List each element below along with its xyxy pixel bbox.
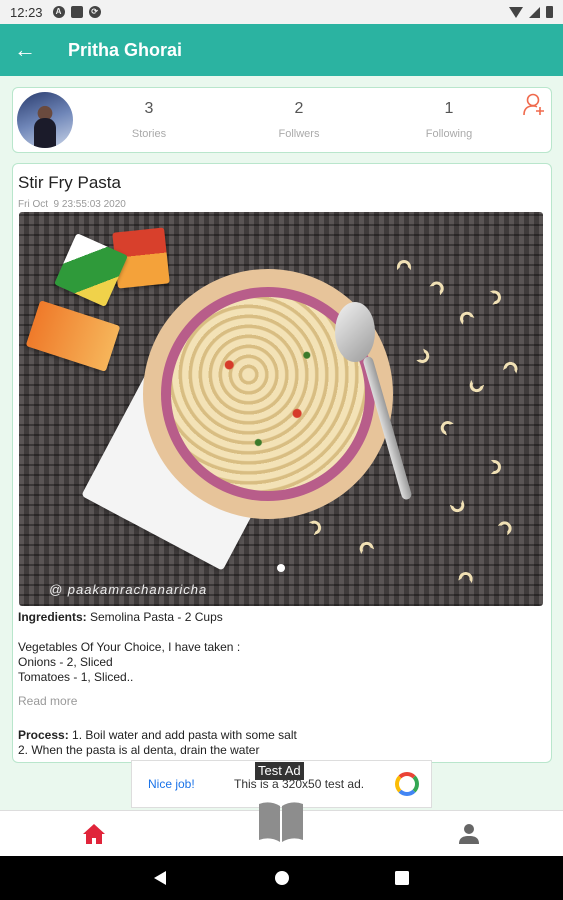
macaroni-image	[438, 418, 454, 436]
process-label: Process:	[18, 728, 69, 742]
nav-profile[interactable]	[439, 811, 499, 857]
macaroni-image	[429, 278, 447, 296]
post-title: Stir Fry Pasta	[18, 173, 121, 192]
ad-logo-icon	[395, 772, 419, 796]
person-add-icon[interactable]	[523, 92, 545, 116]
carousel-dot[interactable]	[277, 564, 285, 572]
stories-count: 3	[144, 100, 154, 117]
status-bar: 12:23 A ⟳	[0, 0, 563, 24]
process-text: 1. Boil water and add pasta with some sa…	[68, 728, 297, 742]
status-time: 12:23	[10, 4, 43, 20]
process-line: Process: 1. Boil water and add pasta wit…	[18, 728, 297, 742]
nav-stories[interactable]	[251, 799, 311, 845]
back-triangle-icon[interactable]	[152, 870, 168, 886]
spoon-image	[335, 302, 375, 362]
ad-cta[interactable]: Nice job!	[148, 777, 220, 791]
book-open-icon	[259, 802, 303, 842]
home-icon	[83, 824, 105, 844]
onions-line: Onions - 2, Sliced	[18, 655, 113, 669]
macaroni-image	[497, 518, 515, 536]
battery-icon	[546, 6, 553, 18]
image-watermark: @ paakamrachanaricha	[49, 582, 208, 597]
macaroni-image	[457, 309, 475, 325]
followers-count: 2	[294, 100, 304, 117]
home-circle-icon[interactable]	[274, 870, 290, 886]
signal-icon	[529, 6, 540, 18]
tomatoes-line: Tomatoes - 1, Sliced..	[18, 670, 134, 684]
macaroni-image	[458, 570, 474, 584]
profile-card: 3 Stories 2 Follwers 1 Following	[12, 87, 552, 153]
arrow-left-icon[interactable]: ←	[14, 37, 38, 63]
followers-stat[interactable]: 2 Follwers	[259, 100, 339, 140]
followers-label: Follwers	[278, 128, 320, 140]
macaroni-image	[397, 260, 411, 270]
macaroni-image	[502, 360, 520, 374]
stories-stat[interactable]: 3 Stories	[109, 100, 189, 140]
bottom-nav	[0, 802, 563, 857]
ingredients-text: Semolina Pasta - 2 Cups	[86, 610, 223, 624]
following-stat[interactable]: 1 Following	[409, 100, 489, 140]
post-image[interactable]: @ paakamrachanaricha	[19, 212, 543, 606]
following-label: Following	[425, 128, 473, 140]
macaroni-image	[357, 539, 375, 555]
sd-card-icon	[70, 6, 83, 18]
wifi-icon	[509, 6, 523, 18]
macaroni-image	[308, 518, 324, 536]
app-bar: ← Pritha Ghorai	[0, 24, 563, 76]
process-line-2: 2. When the pasta is al denta, drain the…	[18, 743, 260, 757]
vegetables-line: Vegetables Of Your Choice, I have taken …	[18, 640, 241, 654]
post-card: Stir Fry Pasta Fri Oct 9 23:55:03 2020 @…	[12, 163, 552, 763]
ingredients-label: Ingredients:	[18, 610, 87, 624]
macaroni-image	[449, 499, 467, 515]
person-icon	[459, 824, 479, 844]
recents-square-icon[interactable]	[394, 870, 410, 886]
spice-packet-image	[25, 300, 121, 372]
sync-icon: ⟳	[88, 6, 101, 18]
nav-home[interactable]	[64, 811, 124, 857]
android-icon: A	[52, 6, 65, 18]
read-more-link[interactable]: Read more	[18, 694, 77, 708]
following-count: 1	[444, 100, 454, 117]
macaroni-image	[489, 289, 503, 305]
macaroni-image	[416, 348, 432, 366]
page-title: Pritha Ghorai	[68, 39, 183, 60]
avatar[interactable]	[17, 92, 73, 148]
ingredients-line: Ingredients: Semolina Pasta - 2 Cups	[18, 610, 223, 624]
ad-label: Test Ad	[255, 762, 304, 780]
macaroni-image	[491, 460, 501, 474]
macaroni-image	[467, 379, 485, 395]
stories-label: Stories	[131, 128, 167, 140]
post-date: Fri Oct 9 23:55:03 2020	[18, 199, 126, 210]
system-nav-bar	[0, 856, 563, 900]
